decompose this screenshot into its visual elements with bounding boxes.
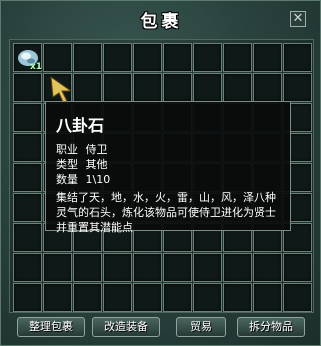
inventory-slot[interactable] [253, 43, 282, 72]
inventory-slot[interactable] [193, 43, 222, 72]
inventory-slot[interactable] [133, 73, 162, 102]
close-icon: ✕ [292, 11, 304, 26]
job-row: 职业 侍卫 [56, 142, 280, 157]
inventory-slot[interactable] [193, 73, 222, 102]
inventory-slot[interactable] [163, 73, 192, 102]
inventory-window: 包裹 ✕ x1 八卦石 职业 侍卫 类型 其他 数量 1\10 集结了天，地，水… [0, 0, 321, 346]
pointer-cursor-icon [50, 75, 73, 103]
inventory-slot[interactable] [13, 73, 42, 102]
inventory-slot[interactable] [223, 73, 252, 102]
inventory-slot[interactable] [73, 283, 102, 312]
quantity-value: 1\10 [85, 173, 111, 186]
inventory-slot[interactable] [13, 163, 42, 192]
inventory-slot[interactable] [13, 193, 42, 222]
inventory-slot[interactable] [223, 43, 252, 72]
sort-inventory-button[interactable]: 整理包裹 [17, 317, 85, 337]
inventory-slot[interactable] [253, 253, 282, 282]
item-tooltip: 八卦石 职业 侍卫 类型 其他 数量 1\10 集结了天，地，水，火，雷，山，风… [45, 101, 291, 234]
inventory-slot[interactable] [13, 103, 42, 132]
inventory-slot[interactable] [163, 283, 192, 312]
inventory-slot[interactable] [283, 73, 312, 102]
inventory-slot[interactable] [43, 253, 72, 282]
inventory-slot[interactable] [253, 73, 282, 102]
item-name: 八卦石 [56, 116, 105, 135]
inventory-slot[interactable] [13, 283, 42, 312]
inventory-slot[interactable] [43, 283, 72, 312]
quantity-label: 数量 [56, 173, 78, 186]
inventory-slot[interactable] [283, 43, 312, 72]
trade-button[interactable]: 贸易 [176, 317, 226, 337]
item-description: 集结了天，地，水，火，雷，山，风，泽八种灵气的石头，炼化该物品可使侍卫进化为贤士… [56, 191, 276, 234]
inventory-slot[interactable] [283, 283, 312, 312]
inventory-slot[interactable] [13, 223, 42, 252]
inventory-slot[interactable] [103, 43, 132, 72]
inventory-slot[interactable] [133, 283, 162, 312]
inventory-slot[interactable] [13, 133, 42, 162]
inventory-slot[interactable] [103, 253, 132, 282]
type-row: 类型 其他 [56, 157, 280, 172]
inventory-slot[interactable] [43, 43, 72, 72]
inventory-slot[interactable] [133, 253, 162, 282]
inventory-slot[interactable] [193, 253, 222, 282]
job-label: 职业 [56, 143, 78, 156]
inventory-slot[interactable] [193, 283, 222, 312]
inventory-slot[interactable] [253, 283, 282, 312]
split-item-button[interactable]: 拆分物品 [237, 317, 305, 337]
inventory-slot[interactable] [73, 73, 102, 102]
inventory-slot[interactable] [103, 283, 132, 312]
inventory-slot[interactable] [133, 43, 162, 72]
inventory-slot[interactable] [223, 283, 252, 312]
type-value: 其他 [85, 158, 108, 171]
job-value: 侍卫 [85, 143, 108, 156]
inventory-slot[interactable] [223, 253, 252, 282]
quantity-row: 数量 1\10 [56, 172, 280, 187]
inventory-slot[interactable] [13, 253, 42, 282]
close-button[interactable]: ✕ [290, 11, 306, 27]
inventory-slot[interactable] [283, 253, 312, 282]
inventory-slot[interactable] [73, 43, 102, 72]
window-title: 包裹 [140, 12, 183, 32]
inventory-slot[interactable] [73, 253, 102, 282]
type-label: 类型 [56, 158, 78, 171]
inventory-slot-bagua-stone[interactable]: x1 [13, 43, 42, 72]
inventory-slot[interactable] [163, 43, 192, 72]
item-quantity: x1 [30, 62, 43, 72]
upgrade-equipment-button[interactable]: 改造装备 [92, 317, 160, 337]
inventory-slot[interactable] [163, 253, 192, 282]
inventory-slot[interactable] [103, 73, 132, 102]
